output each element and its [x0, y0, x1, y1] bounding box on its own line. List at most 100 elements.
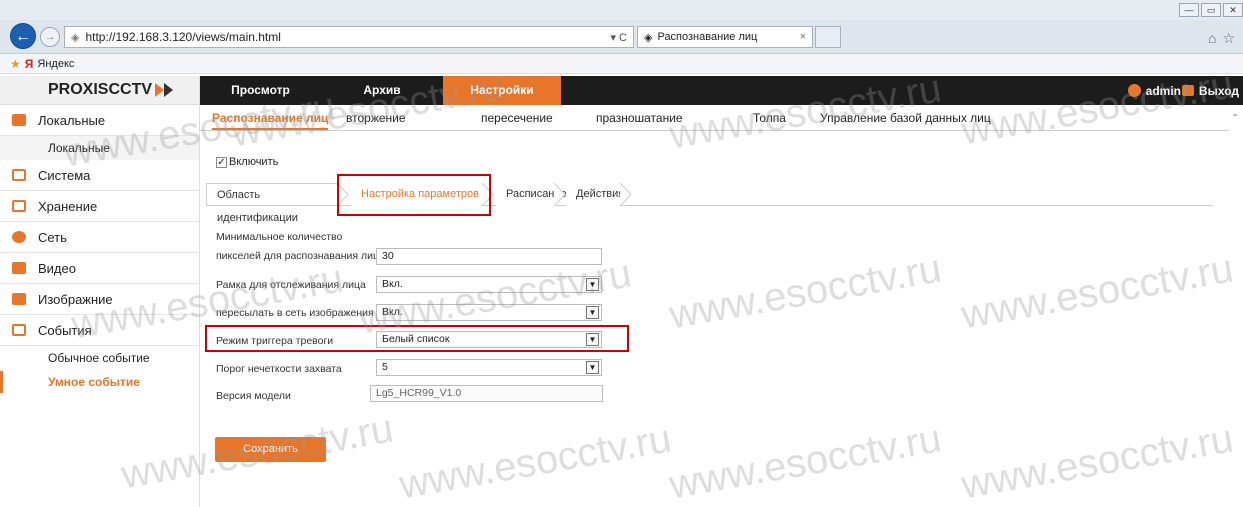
step-actions[interactable]: Действия — [566, 183, 624, 206]
tracking-frame-value: Вкл. — [382, 278, 403, 290]
tracking-frame-select[interactable]: Вкл. ▼ — [376, 276, 602, 293]
tab-settings[interactable]: Настройки — [443, 76, 561, 105]
storage-icon — [12, 200, 26, 212]
highlight-trigger-mode — [205, 325, 629, 352]
sidebar-subitem-label: Обычное событие — [48, 351, 150, 365]
sidebar-item-label: Сеть — [38, 229, 67, 245]
network-icon — [12, 231, 26, 243]
image-icon — [12, 293, 26, 305]
sidebar-item-network[interactable]: Сеть — [0, 222, 199, 253]
sidebar-item-label: Локальные — [38, 112, 106, 128]
browser-tab[interactable]: ◈ Распознавание лиц × — [637, 26, 813, 48]
tab-archive[interactable]: Архив — [321, 76, 443, 105]
smart-event-tabs: Распознавание лиц вторжение пересечение … — [200, 105, 1230, 131]
sidebar-item-label: Видео — [38, 260, 76, 276]
sidebar-subitem-local[interactable]: Локальные — [0, 136, 199, 160]
favorites-bar: ★ Я Яндекс — [0, 54, 1243, 74]
enable-checkbox[interactable]: ✓ — [216, 156, 227, 168]
scroll-up-icon[interactable]: ⌃ — [1231, 113, 1239, 124]
enable-label: Включить — [229, 156, 279, 168]
sidebar-subitem-label: Умное событие — [48, 375, 140, 389]
fuzzy-threshold-select[interactable]: 5 ▼ — [376, 359, 602, 376]
sidebar-item-system[interactable]: Система — [0, 160, 199, 191]
tab-crowd[interactable]: Толпа — [753, 111, 786, 125]
brand-logo: PROXISCCTV — [0, 76, 199, 105]
minimize-icon[interactable]: — — [1179, 3, 1199, 17]
yandex-icon: Я — [24, 56, 34, 71]
tab-face-database[interactable]: Управление базой данных лиц — [820, 111, 991, 125]
address-bar-row: ← → ◈ http://192.168.3.120/views/main.ht… — [0, 20, 1243, 54]
tab-site-icon: ◈ — [644, 31, 653, 44]
step-separator-icon — [554, 183, 566, 206]
sidebar-item-label: Изображние — [38, 291, 113, 307]
url-field[interactable]: ◈ http://192.168.3.120/views/main.html ▾… — [64, 26, 634, 48]
home-icon[interactable]: ⌂ — [1208, 30, 1216, 47]
favorite-yandex-link[interactable]: Яндекс — [37, 58, 74, 70]
sidebar-item-label: Хранение — [38, 198, 98, 214]
tab-title: Распознавание лиц — [657, 31, 758, 43]
send-images-value: Вкл. — [382, 306, 403, 318]
sidebar-item-events[interactable]: События — [0, 315, 199, 346]
watermark: www.esocctv.ru — [958, 246, 1237, 338]
chevron-down-icon[interactable]: ▼ — [586, 306, 599, 319]
model-version-field: Lg5_HCR99_V1.0 — [370, 385, 603, 402]
monitor-icon — [12, 114, 26, 126]
enable-row: ✓ Включить — [216, 156, 278, 168]
watermark: www.esocctv.ru — [958, 416, 1237, 507]
min-pixels-label-line2: пикселей для распознавания лица — [216, 250, 385, 262]
tab-intrusion[interactable]: вторжение — [346, 111, 406, 125]
maximize-icon[interactable]: ▭ — [1201, 3, 1221, 17]
chevron-down-icon[interactable]: ▼ — [586, 361, 599, 374]
page-icon: ◈ — [71, 31, 80, 44]
events-icon — [12, 324, 26, 336]
new-tab-button[interactable] — [815, 26, 841, 48]
chevron-down-icon[interactable]: ▼ — [586, 278, 599, 291]
tab-close-icon[interactable]: × — [800, 31, 806, 43]
close-icon[interactable]: ✕ — [1223, 3, 1243, 17]
sidebar-item-local[interactable]: Локальные — [0, 105, 199, 136]
send-images-select[interactable]: Вкл. ▼ — [376, 304, 602, 321]
back-arrow-icon[interactable]: ← — [10, 23, 36, 49]
window-controls: — ▭ ✕ — [1179, 3, 1243, 17]
sidebar-subitem-label: Локальные — [48, 141, 110, 155]
fuzzy-threshold-label: Порог нечеткости захвата — [216, 363, 342, 375]
save-button[interactable]: Сохранить — [215, 437, 326, 462]
browser-tools: ⌂ ☆ — [1208, 30, 1235, 47]
logout-icon — [1181, 85, 1194, 96]
sidebar-item-video[interactable]: Видео — [0, 253, 199, 284]
tab-live-view[interactable]: Просмотр — [200, 76, 321, 105]
fuzzy-threshold-value: 5 — [382, 361, 388, 373]
step-detection-area[interactable]: Область идентификации — [206, 183, 338, 224]
tab-face-recognition[interactable]: Распознавание лиц — [212, 111, 329, 130]
username: admin — [1145, 83, 1181, 98]
url-text[interactable]: http://192.168.3.120/views/main.html — [85, 30, 604, 44]
watermark: www.esocctv.ru — [396, 416, 675, 507]
sidebar-subitem-normal-event[interactable]: Обычное событие — [0, 346, 199, 370]
tab-loitering[interactable]: празношатание — [596, 111, 683, 125]
logout-button[interactable]: Выход — [1181, 76, 1239, 105]
add-favorite-icon[interactable]: ★ — [10, 57, 21, 71]
sidebar-item-label: Система — [38, 167, 91, 183]
forward-arrow-icon[interactable]: → — [40, 27, 60, 47]
step-schedule[interactable]: Расписание — [496, 183, 567, 206]
min-pixels-input[interactable]: 30 — [376, 248, 602, 265]
top-navigation: Просмотр Архив Настройки admin Выход — [200, 76, 1243, 105]
model-version-label: Версия модели — [216, 390, 291, 402]
logout-label: Выход — [1198, 83, 1239, 98]
favorites-star-icon[interactable]: ☆ — [1222, 30, 1235, 47]
sidebar: PROXISCCTV Локальные Локальные Система Х… — [0, 76, 200, 507]
user-icon — [1127, 84, 1141, 97]
brand-name: PROXISCCTV — [48, 81, 153, 98]
content-scrollbar[interactable]: ⌃ — [1229, 105, 1243, 507]
sidebar-item-image[interactable]: Изображние — [0, 284, 199, 315]
tab-line-crossing[interactable]: пересечение — [481, 111, 553, 125]
sidebar-subitem-smart-event[interactable]: Умное событие — [0, 370, 199, 394]
step-separator-icon — [620, 183, 632, 206]
video-icon — [12, 262, 26, 274]
min-pixels-label: Минимальное количество — [216, 231, 343, 243]
sidebar-item-storage[interactable]: Хранение — [0, 191, 199, 222]
refresh-icon[interactable]: ▾ C — [610, 31, 627, 44]
user-menu[interactable]: admin — [1127, 76, 1181, 105]
brand-logo-icon — [155, 83, 173, 97]
calendar-icon — [12, 169, 26, 181]
